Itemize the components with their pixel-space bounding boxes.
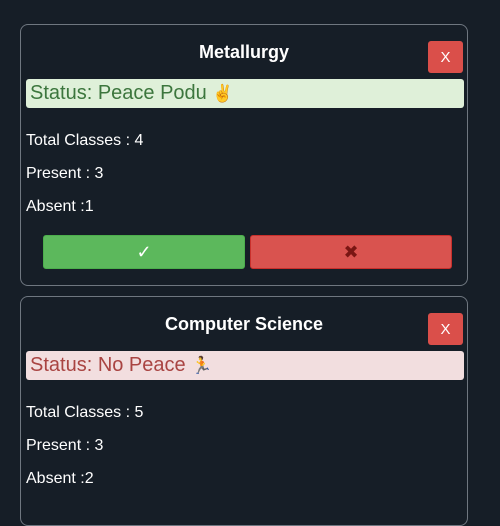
status-banner: Status: No Peace 🏃 <box>26 351 464 380</box>
subject-card-metallurgy: Metallurgy X Status: Peace Podu ✌ Total … <box>20 24 468 286</box>
cross-icon: ✖ <box>343 241 359 262</box>
total-classes: Total Classes : 5 <box>26 404 144 421</box>
present-count: Present : 3 <box>26 437 104 454</box>
delete-subject-button[interactable]: X <box>428 313 463 345</box>
absent-count: Absent :1 <box>26 198 94 215</box>
present-count: Present : 3 <box>26 165 104 182</box>
check-icon: ✓ <box>136 241 152 262</box>
status-text: Status: Peace Podu <box>30 82 207 104</box>
subject-title: Metallurgy <box>198 42 290 62</box>
peace-icon: ✌ <box>212 84 234 103</box>
total-classes: Total Classes : 4 <box>26 132 144 149</box>
delete-subject-button[interactable]: X <box>428 41 463 73</box>
status-text: Status: No Peace <box>30 354 186 376</box>
mark-present-button[interactable]: ✓ <box>43 235 245 269</box>
attendance-buttons: ✓ ✖ <box>43 235 453 269</box>
absent-count: Absent :2 <box>26 470 94 487</box>
subject-title: Computer Science <box>164 314 324 334</box>
status-banner: Status: Peace Podu ✌ <box>26 79 464 108</box>
subject-card-computer-science: Computer Science X Status: No Peace 🏃 To… <box>20 296 468 526</box>
running-person-icon: 🏃 <box>191 356 213 375</box>
mark-absent-button[interactable]: ✖ <box>250 235 452 269</box>
